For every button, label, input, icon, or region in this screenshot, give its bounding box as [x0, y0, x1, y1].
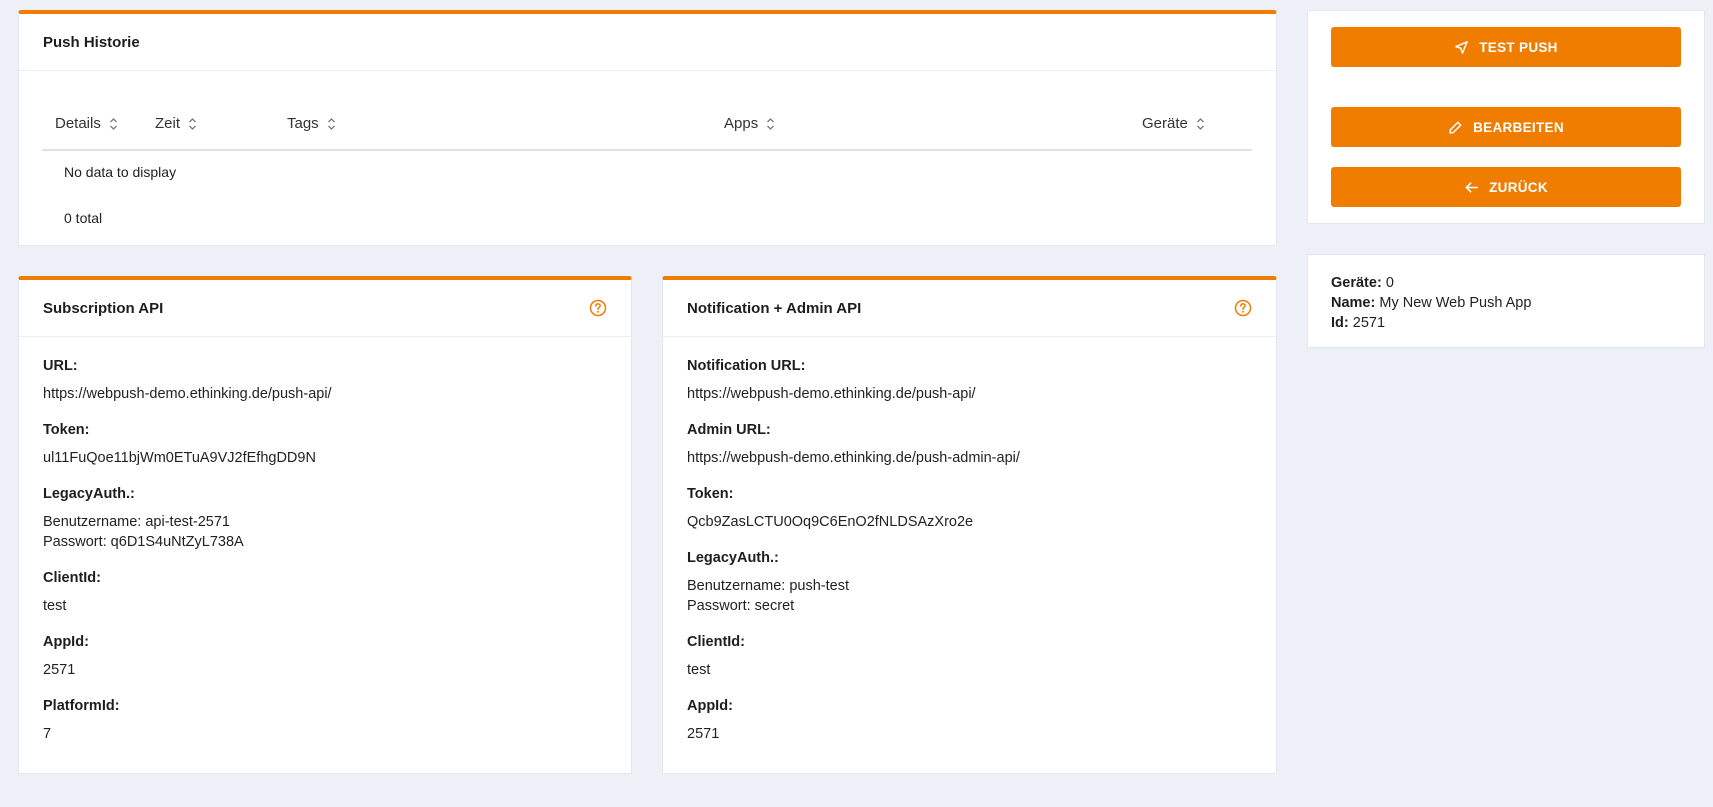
push-history-title: Push Historie: [43, 33, 140, 51]
clientid-label: ClientId:: [687, 634, 745, 650]
notification-api-details: Notification URL: https://webpush-demo.e…: [663, 337, 1276, 744]
devices-value: 0: [1385, 275, 1394, 291]
column-header-apps[interactable]: Apps: [724, 115, 775, 132]
help-icon[interactable]: [589, 299, 607, 317]
id-value: 2571: [1352, 315, 1386, 331]
notification-url-value: https://webpush-demo.ethinking.de/push-a…: [687, 386, 976, 402]
arrow-left-icon: [1465, 181, 1479, 193]
subscription-api-header: Subscription API: [19, 280, 631, 337]
send-icon: [1455, 40, 1469, 54]
devices-label: Geräte:: [1331, 275, 1382, 291]
edit-button[interactable]: BEARBEITEN: [1331, 107, 1681, 147]
total-count: 0 total: [64, 210, 103, 226]
sort-icon: [767, 117, 775, 130]
history-table-header: Details Zeit Tags Apps Geräte: [42, 101, 1252, 151]
push-history-card: Push Historie Details Zeit Tags Apps Ger…: [18, 10, 1277, 246]
back-button[interactable]: ZURÜCK: [1331, 167, 1681, 207]
name-row: Name: My New Web Push App: [1331, 293, 1681, 313]
column-header-details[interactable]: Details: [55, 115, 118, 132]
clientid-value: test: [687, 662, 711, 678]
actions-card: TEST PUSH BEARBEITEN ZURÜCK: [1307, 10, 1705, 224]
column-header-geraete[interactable]: Geräte: [1142, 115, 1205, 132]
subscription-api-card: Subscription API URL: https://webpush-de…: [18, 276, 632, 774]
subscription-api-title: Subscription API: [43, 299, 164, 317]
token-label: Token:: [687, 486, 734, 502]
platformid-value: 7: [43, 726, 52, 742]
platformid-label: PlatformId:: [43, 698, 120, 714]
legacy-username: Benutzername: api-test-2571: [43, 514, 230, 530]
notification-admin-api-card: Notification + Admin API Notification UR…: [662, 276, 1277, 774]
history-table: Details Zeit Tags Apps Geräte: [42, 101, 1252, 151]
pencil-icon: [1449, 121, 1462, 134]
clientid-label: ClientId:: [43, 570, 101, 586]
url-label: URL:: [43, 358, 78, 374]
test-push-button[interactable]: TEST PUSH: [1331, 27, 1681, 67]
admin-url-label: Admin URL:: [687, 422, 771, 438]
push-history-header: Push Historie: [19, 14, 1276, 71]
help-icon[interactable]: [1234, 299, 1252, 317]
notification-api-title: Notification + Admin API: [687, 299, 862, 317]
sort-icon: [109, 117, 117, 130]
legacy-username: Benutzername: push-test: [687, 578, 850, 594]
legacy-password: Passwort: q6D1S4uNtZyL738A: [43, 534, 244, 550]
column-header-zeit[interactable]: Zeit: [155, 115, 197, 132]
legacy-auth-label: LegacyAuth.:: [687, 550, 779, 566]
sort-icon: [189, 117, 196, 130]
notification-api-header: Notification + Admin API: [663, 280, 1276, 337]
column-header-tags[interactable]: Tags: [287, 115, 336, 132]
name-label: Name:: [1331, 295, 1376, 311]
notification-url-label: Notification URL:: [687, 358, 806, 374]
admin-url-value: https://webpush-demo.ethinking.de/push-a…: [687, 450, 1020, 466]
legacy-auth-value: Benutzername: api-test-2571 Passwort: q6…: [43, 512, 607, 552]
id-label: Id:: [1331, 315, 1349, 331]
subscription-api-details: URL: https://webpush-demo.ethinking.de/p…: [19, 337, 631, 744]
legacy-auth-value: Benutzername: push-test Passwort: secret: [687, 576, 1252, 616]
name-value: My New Web Push App: [1379, 295, 1532, 311]
token-value: Qcb9ZasLCTU0Oq9C6EnO2fNLDSAzXro2e: [687, 514, 974, 530]
app-info-details: Geräte: 0 Name: My New Web Push App Id: …: [1308, 255, 1704, 351]
appid-label: AppId:: [687, 698, 733, 714]
devices-row: Geräte: 0: [1331, 273, 1681, 293]
no-data-message: No data to display: [64, 164, 177, 180]
legacy-auth-label: LegacyAuth.:: [43, 486, 135, 502]
token-value: ul11FuQoe11bjWm0ETuA9VJ2fEfhgDD9N: [43, 450, 316, 466]
sort-icon: [1196, 117, 1204, 130]
sort-icon: [327, 117, 335, 130]
app-info-card: Geräte: 0 Name: My New Web Push App Id: …: [1307, 254, 1705, 348]
appid-value: 2571: [687, 726, 720, 742]
clientid-value: test: [43, 598, 67, 614]
token-label: Token:: [43, 422, 90, 438]
url-value: https://webpush-demo.ethinking.de/push-a…: [43, 386, 332, 402]
appid-value: 2571: [43, 662, 76, 678]
legacy-password: Passwort: secret: [687, 598, 795, 614]
appid-label: AppId:: [43, 634, 89, 650]
id-row: Id: 2571: [1331, 313, 1681, 333]
